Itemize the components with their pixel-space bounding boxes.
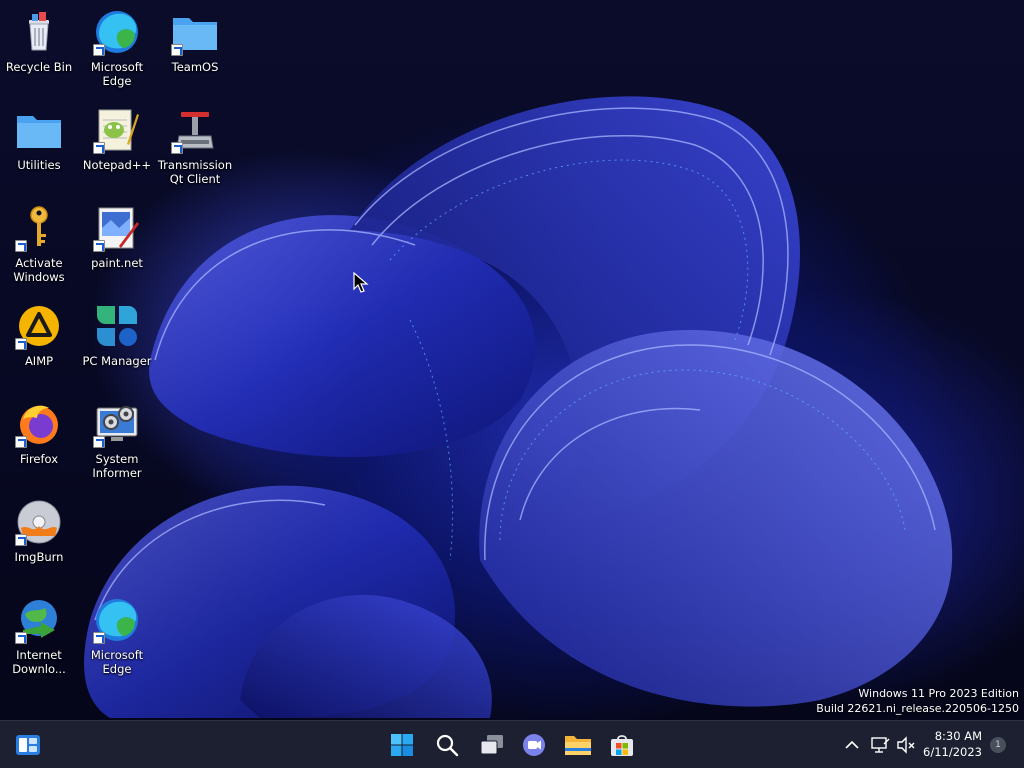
transmission-icon (171, 106, 219, 154)
chat-icon (523, 734, 545, 756)
store-icon (611, 735, 633, 756)
shortcut-arrow-icon (15, 338, 27, 350)
clock-time: 8:30 AM (934, 729, 982, 743)
desktop-icon-label: Microsoft Edge (90, 648, 144, 676)
shortcut-arrow-icon (93, 142, 105, 154)
search-icon (436, 734, 459, 757)
desktop-icon-label: Utilities (17, 158, 61, 172)
file-explorer-button[interactable] (562, 729, 594, 761)
widgets-button[interactable] (12, 729, 44, 761)
desktop-icon-firefox[interactable]: Firefox (1, 400, 77, 466)
taskbar: 8:30 AM 6/11/2023 1 (0, 720, 1024, 768)
desktop-icon-label: PC Manager (82, 354, 152, 368)
shortcut-arrow-icon (15, 632, 27, 644)
start-button[interactable] (386, 729, 418, 761)
paintnet-icon (93, 204, 141, 252)
widgets-icon (16, 735, 40, 755)
desktop-icon-label: Notepad++ (82, 158, 152, 172)
show-hidden-icons-button[interactable] (838, 729, 866, 761)
edge-icon (93, 8, 141, 56)
desktop-icon-microsoft-edge-2[interactable]: Microsoft Edge (79, 596, 155, 676)
desktop-icon-label: Firefox (19, 452, 59, 466)
mouse-cursor-icon (353, 272, 369, 293)
shortcut-arrow-icon (15, 240, 27, 252)
edge-icon (93, 596, 141, 644)
search-button[interactable] (431, 729, 463, 761)
folder-icon (15, 106, 63, 154)
network-status-button[interactable] (866, 729, 894, 761)
desktop-icon-imgburn[interactable]: ImgBurn (1, 498, 77, 564)
desktop-icon-label: AIMP (24, 354, 54, 368)
desktop-icon-paint-net[interactable]: paint.net (79, 204, 155, 270)
notification-center-badge[interactable]: 1 (990, 737, 1006, 753)
volume-muted-icon (897, 736, 915, 754)
desktop-icon-transmission[interactable]: Transmission Qt Client (157, 106, 233, 186)
desktop-icon-notepad-plus-plus[interactable]: Notepad++ (79, 106, 155, 172)
network-icon (871, 737, 890, 753)
desktop-icon-label: Internet Downlo... (12, 648, 66, 676)
shortcut-arrow-icon (171, 142, 183, 154)
recycle-bin-icon (15, 8, 63, 56)
desktop-icon-pc-manager[interactable]: PC Manager (79, 302, 155, 368)
desktop-icon-recycle-bin[interactable]: Recycle Bin (1, 8, 77, 74)
aimp-icon (15, 302, 63, 350)
clock-date: 6/11/2023 (923, 745, 982, 759)
notepadpp-icon (93, 106, 141, 154)
desktop-icon-label: System Informer (92, 452, 142, 480)
chat-button[interactable] (518, 729, 550, 761)
desktop-icon-utilities[interactable]: Utilities (1, 106, 77, 172)
chevron-up-icon (845, 740, 859, 749)
microsoft-store-button[interactable] (606, 729, 638, 761)
task-view-icon (480, 735, 503, 755)
desktop-icon-activate-windows[interactable]: Activate Windows (1, 204, 77, 284)
task-view-button[interactable] (476, 729, 508, 761)
desktop-icon-internet-download-manager[interactable]: Internet Downlo... (1, 596, 77, 676)
shortcut-arrow-icon (93, 436, 105, 448)
shortcut-arrow-icon (171, 44, 183, 56)
desktop-icon-system-informer[interactable]: System Informer (79, 400, 155, 480)
desktop-icon-label: Microsoft Edge (90, 60, 144, 88)
desktop-icon-microsoft-edge[interactable]: Microsoft Edge (79, 8, 155, 88)
firefox-icon (15, 400, 63, 448)
key-icon (15, 204, 63, 252)
shortcut-arrow-icon (93, 44, 105, 56)
windows-edition-watermark: Windows 11 Pro 2023 Edition Build 22621.… (816, 686, 1019, 716)
shortcut-arrow-icon (93, 240, 105, 252)
idm-icon (15, 596, 63, 644)
shortcut-arrow-icon (15, 436, 27, 448)
imgburn-icon (15, 498, 63, 546)
desktop-icon-label: Activate Windows (13, 256, 65, 284)
file-explorer-icon (565, 736, 591, 755)
desktop[interactable]: Recycle Bin Utilities Activate Windows A… (0, 0, 1024, 720)
desktop-icon-teamos[interactable]: TeamOS (157, 8, 233, 74)
shortcut-arrow-icon (93, 632, 105, 644)
desktop-icon-label: Transmission Qt Client (157, 158, 233, 186)
clock-button[interactable]: 8:30 AM 6/11/2023 (923, 728, 982, 760)
desktop-icon-label: Recycle Bin (5, 60, 73, 74)
system-informer-icon (93, 400, 141, 448)
desktop-icon-label: paint.net (91, 256, 143, 270)
shortcut-arrow-icon (15, 534, 27, 546)
desktop-icon-label: TeamOS (171, 60, 219, 74)
desktop-icon-aimp[interactable]: AIMP (1, 302, 77, 368)
build-text: Build 22621.ni_release.220506-1250 (816, 702, 1019, 715)
pc-manager-icon (93, 302, 141, 350)
desktop-icon-label: ImgBurn (14, 550, 64, 564)
edition-text: Windows 11 Pro 2023 Edition (858, 687, 1019, 700)
volume-button[interactable] (892, 729, 920, 761)
folder-icon (171, 8, 219, 56)
start-icon (391, 734, 413, 756)
